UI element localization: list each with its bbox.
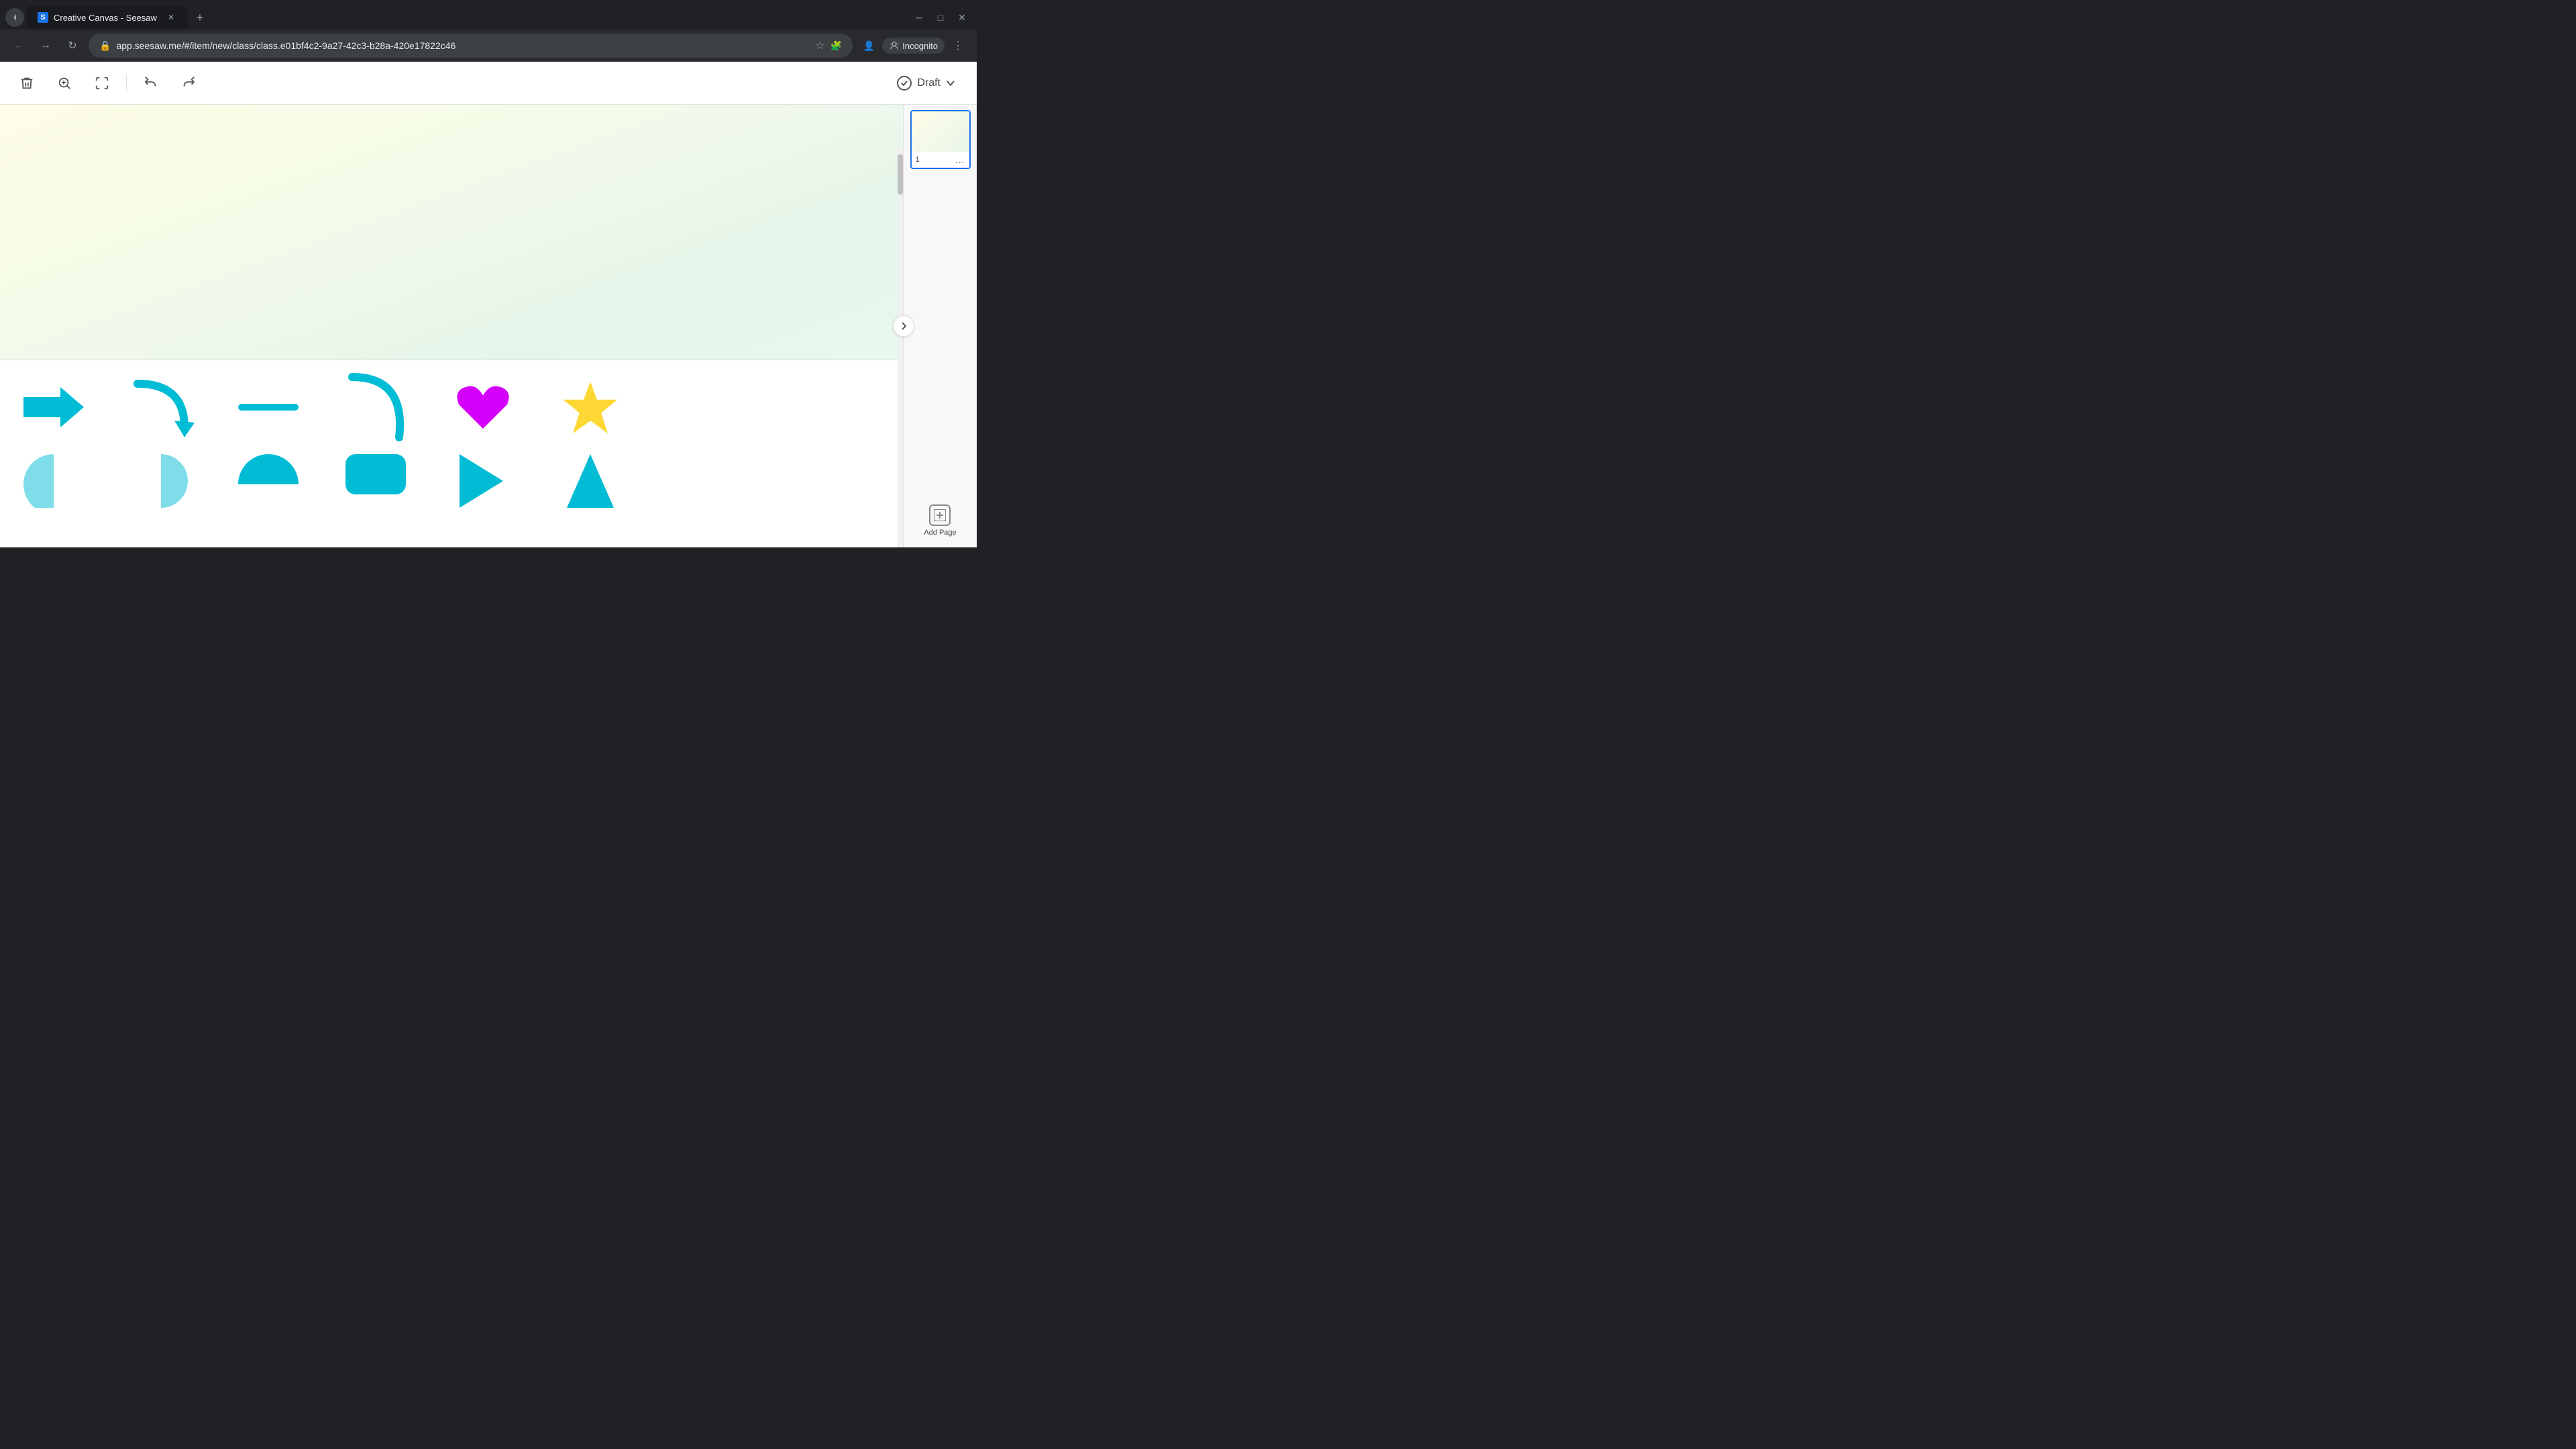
arc-svg bbox=[345, 370, 406, 444]
address-bar-row: ← → ↻ 🔒 app.seesaw.me/#/item/new/class/c… bbox=[0, 30, 977, 62]
half-circle-left-svg bbox=[23, 454, 84, 508]
back-button[interactable]: ← bbox=[8, 35, 30, 56]
page-more-button[interactable]: ... bbox=[955, 154, 965, 165]
browser-chrome: S Creative Canvas - Seesaw ✕ + ─ □ ✕ ← →… bbox=[0, 0, 977, 62]
plus-icon bbox=[934, 509, 946, 521]
fullscreen-icon bbox=[95, 76, 109, 91]
bookmark-icon[interactable]: ☆ bbox=[815, 39, 824, 52]
undo-button[interactable] bbox=[138, 70, 164, 97]
page-preview bbox=[912, 111, 969, 152]
forward-button[interactable]: → bbox=[35, 35, 56, 56]
incognito-icon bbox=[889, 40, 900, 51]
tab-title: Creative Canvas - Seesaw bbox=[54, 13, 160, 23]
close-button[interactable]: ✕ bbox=[953, 8, 971, 27]
lock-icon: 🔒 bbox=[99, 40, 111, 52]
shape-triangle-up[interactable] bbox=[557, 454, 624, 508]
shape-half-circle-left[interactable] bbox=[20, 454, 87, 508]
shape-arrow-curved-down[interactable] bbox=[127, 374, 195, 441]
new-tab-button[interactable]: + bbox=[191, 8, 209, 27]
draft-check-icon bbox=[897, 76, 912, 91]
maximize-button[interactable]: □ bbox=[931, 8, 950, 27]
sidebar-toggle-button[interactable] bbox=[893, 315, 914, 337]
active-tab[interactable]: S Creative Canvas - Seesaw ✕ bbox=[27, 5, 188, 30]
shape-arrow-right[interactable] bbox=[20, 374, 87, 441]
browser-actions: 👤 Incognito ⋮ bbox=[858, 35, 969, 56]
menu-button[interactable]: ⋮ bbox=[947, 35, 969, 56]
add-page-button[interactable]: Add Page bbox=[918, 499, 961, 542]
shape-half-circle-right[interactable] bbox=[127, 454, 195, 508]
rounded-rect-svg bbox=[345, 454, 406, 501]
main-area: 1 ... Add Page bbox=[0, 105, 977, 547]
add-page-icon bbox=[929, 504, 951, 526]
page-thumb-footer: 1 ... bbox=[912, 152, 969, 168]
toolbar-separator bbox=[126, 75, 127, 91]
zoom-in-button[interactable] bbox=[51, 70, 78, 97]
shape-arc[interactable] bbox=[342, 374, 409, 441]
shape-semicircle[interactable] bbox=[235, 454, 302, 508]
tab-favicon: S bbox=[38, 12, 48, 23]
draft-chevron-icon bbox=[946, 78, 955, 88]
add-page-label: Add Page bbox=[924, 529, 956, 537]
refresh-button[interactable]: ↻ bbox=[62, 35, 83, 56]
draft-button[interactable]: Draft bbox=[889, 70, 963, 96]
canvas-area bbox=[0, 105, 903, 547]
profile-icon[interactable]: 👤 bbox=[858, 35, 879, 56]
shapes-row-2 bbox=[20, 454, 883, 508]
address-bar[interactable]: 🔒 app.seesaw.me/#/item/new/class/class.e… bbox=[89, 34, 853, 58]
shape-star[interactable] bbox=[557, 374, 624, 441]
undo-icon bbox=[144, 76, 158, 91]
shape-rounded-rect[interactable] bbox=[342, 454, 409, 508]
address-icons: ☆ 🧩 bbox=[815, 39, 842, 52]
incognito-badge: Incognito bbox=[882, 38, 945, 54]
delete-button[interactable] bbox=[13, 70, 40, 97]
shapes-row-1 bbox=[20, 374, 883, 441]
extensions-icon[interactable]: 🧩 bbox=[830, 40, 842, 52]
shapes-panel bbox=[0, 360, 903, 547]
redo-button[interactable] bbox=[175, 70, 202, 97]
scrollbar-track bbox=[898, 148, 903, 547]
app-content: Draft bbox=[0, 62, 977, 547]
trash-icon bbox=[19, 76, 34, 91]
arrow-curved-down-svg bbox=[131, 377, 191, 437]
minimize-button[interactable]: ─ bbox=[910, 8, 928, 27]
tab-nav-button[interactable] bbox=[5, 8, 24, 27]
incognito-label: Incognito bbox=[902, 41, 938, 51]
triangle-up-svg bbox=[567, 454, 614, 508]
shape-triangle-right[interactable] bbox=[449, 454, 517, 508]
zoom-in-icon bbox=[57, 76, 72, 91]
scrollbar-thumb[interactable] bbox=[898, 154, 903, 195]
semicircle-svg bbox=[238, 454, 299, 508]
draft-label: Draft bbox=[917, 77, 941, 89]
page-thumbnail-1[interactable]: 1 ... bbox=[910, 110, 971, 169]
triangle-right-svg bbox=[460, 454, 506, 508]
toolbar: Draft bbox=[0, 62, 977, 105]
half-circle-right-svg bbox=[134, 454, 188, 508]
line-svg bbox=[238, 400, 299, 414]
pages-sidebar: 1 ... Add Page bbox=[903, 105, 977, 547]
star-svg bbox=[560, 377, 621, 437]
url-text: app.seesaw.me/#/item/new/class/class.e01… bbox=[116, 40, 810, 51]
canvas-background[interactable] bbox=[0, 105, 903, 360]
fullscreen-button[interactable] bbox=[89, 70, 115, 97]
shape-line[interactable] bbox=[235, 374, 302, 441]
shape-heart[interactable] bbox=[449, 374, 517, 441]
window-controls: ─ □ ✕ bbox=[910, 8, 971, 27]
page-number: 1 bbox=[916, 156, 920, 164]
arrow-right-svg bbox=[23, 384, 84, 431]
tab-bar: S Creative Canvas - Seesaw ✕ + ─ □ ✕ bbox=[0, 0, 977, 30]
redo-icon bbox=[181, 76, 196, 91]
checkmark-icon bbox=[900, 79, 908, 87]
heart-svg bbox=[453, 379, 513, 436]
tab-close-button[interactable]: ✕ bbox=[165, 11, 177, 23]
chevron-right-icon bbox=[900, 321, 907, 331]
